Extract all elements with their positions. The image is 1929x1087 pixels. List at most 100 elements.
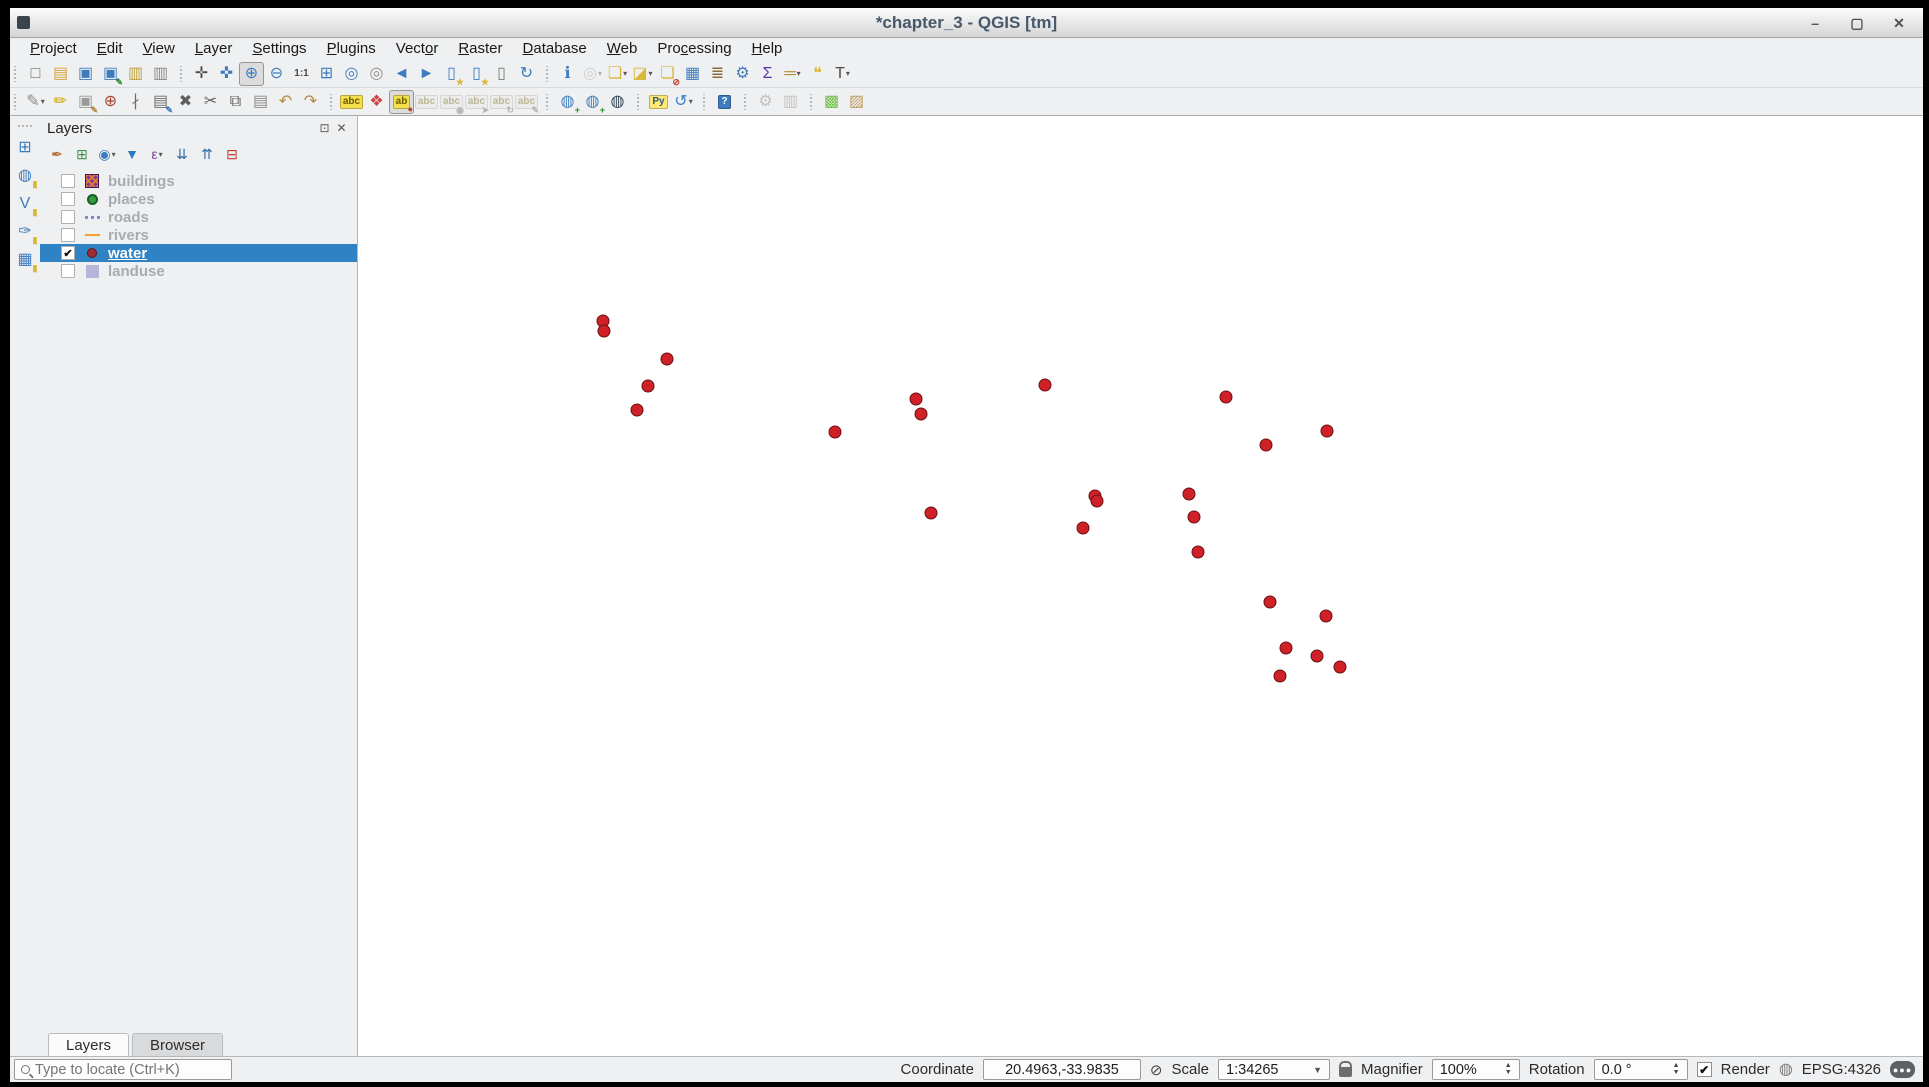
save-project-as-icon[interactable]: ▣✎ [98, 62, 123, 86]
crs-globe-icon[interactable]: ◍ [1779, 1062, 1793, 1078]
close-button[interactable]: ✕ [1891, 16, 1907, 30]
layer-row-roads[interactable]: roads [40, 208, 357, 226]
layer-row-places[interactable]: places [40, 190, 357, 208]
crs-status[interactable]: EPSG:4326 [1802, 1061, 1881, 1078]
select-by-value-icon[interactable]: ◪▾ [630, 62, 655, 86]
rotation-spinbox[interactable]: 0.0 ° ▲▼ [1594, 1059, 1688, 1080]
menu-layer[interactable]: Layer [185, 39, 243, 59]
title-bar[interactable]: *chapter_3 - QGIS [tm] –▢✕ [10, 8, 1923, 38]
toggle-editing-icon[interactable]: ✏ [48, 90, 73, 114]
locator-input[interactable] [35, 1062, 225, 1078]
layer-row-rivers[interactable]: rivers [40, 226, 357, 244]
undo-icon[interactable]: ↶ [273, 90, 298, 114]
zoom-next-icon[interactable]: ► [414, 62, 439, 86]
add-wcs-layer-icon[interactable]: ◍+ [580, 90, 605, 114]
data-source-manager-icon[interactable]: ⊞ [13, 136, 38, 160]
add-wms-layer-icon[interactable]: ◍+ [555, 90, 580, 114]
show-bookmarks-icon[interactable]: ▯★ [464, 62, 489, 86]
float-panel-icon[interactable]: ⊡ [316, 121, 333, 135]
copy-features-icon[interactable]: ⧉ [223, 90, 248, 114]
menu-vector[interactable]: Vector [386, 39, 449, 59]
spinner-arrows-icon[interactable]: ▲▼ [1505, 1063, 1512, 1077]
help-contents-icon[interactable]: ? [712, 90, 737, 114]
layer-labeling-icon[interactable]: abc [339, 90, 364, 114]
quickmap-services-icon[interactable]: ▩ [819, 90, 844, 114]
multiedit-attributes-icon[interactable]: ▤✎ [148, 90, 173, 114]
menu-web[interactable]: Web [597, 39, 648, 59]
text-annotation-icon[interactable]: T▾ [830, 62, 855, 86]
menu-edit[interactable]: Edit [87, 39, 133, 59]
menu-raster[interactable]: Raster [448, 39, 512, 59]
cut-features-icon[interactable]: ✂ [198, 90, 223, 114]
layer-checkbox[interactable] [61, 192, 75, 206]
pan-to-selection-icon[interactable]: ✜ [214, 62, 239, 86]
coordinate-input[interactable]: 20.4963,-33.9835 [983, 1059, 1141, 1080]
menu-settings[interactable]: Settings [242, 39, 316, 59]
spinner-arrows-icon[interactable]: ▲▼ [1673, 1063, 1680, 1077]
identify-features-icon[interactable]: ℹ [555, 62, 580, 86]
tab-browser[interactable]: Browser [132, 1033, 223, 1056]
bookmark-manager-icon[interactable]: ▯ [489, 62, 514, 86]
lock-scale-icon[interactable] [1339, 1067, 1352, 1077]
layer-row-landuse[interactable]: landuse [40, 262, 357, 280]
collapse-all-icon[interactable]: ⇈ [195, 143, 219, 165]
manage-map-themes-icon[interactable]: ◉▾ [95, 143, 119, 165]
processing-history-icon[interactable]: ↺▾ [671, 90, 696, 114]
pin-labels-icon[interactable]: ab● [389, 90, 414, 114]
zoom-last-icon[interactable]: ◄ [389, 62, 414, 86]
locator-box[interactable] [14, 1059, 232, 1080]
menu-plugins[interactable]: Plugins [317, 39, 386, 59]
add-group-icon[interactable]: ⊞ [70, 143, 94, 165]
deselect-all-icon[interactable]: ❏⊘ [655, 62, 680, 86]
render-checkbox[interactable]: ✔ [1697, 1062, 1712, 1077]
expand-all-icon[interactable]: ⇊ [170, 143, 194, 165]
menu-database[interactable]: Database [513, 39, 597, 59]
new-geopackage-layer-icon[interactable]: ◍▮ [13, 164, 38, 188]
layer-checkbox[interactable] [61, 228, 75, 242]
field-calculator-icon[interactable]: ≣ [705, 62, 730, 86]
measure-line-icon[interactable]: ═▾ [780, 62, 805, 86]
add-feature-icon[interactable]: ⊕ [98, 90, 123, 114]
magnifier-spinbox[interactable]: 100% ▲▼ [1432, 1059, 1520, 1080]
new-print-layout-icon[interactable]: ▥ [123, 62, 148, 86]
map-canvas[interactable] [358, 116, 1923, 1056]
filter-expression-icon[interactable]: ε▾ [145, 143, 169, 165]
minimize-button[interactable]: – [1807, 16, 1823, 30]
zoom-native-icon[interactable]: 1:1 [289, 62, 314, 86]
quickmap-edit-icon[interactable]: ▨ [844, 90, 869, 114]
layer-checkbox[interactable] [61, 174, 75, 188]
zoom-in-icon[interactable]: ⊕ [239, 62, 264, 86]
select-features-icon[interactable]: ❏▾ [605, 62, 630, 86]
layer-checkbox[interactable] [61, 210, 75, 224]
layer-row-buildings[interactable]: buildings [40, 172, 357, 190]
layer-checkbox[interactable] [61, 264, 75, 278]
filter-legend-icon[interactable]: ▼ [120, 143, 144, 165]
current-edits-icon[interactable]: ✎▾ [23, 90, 48, 114]
extents-pointer-icon[interactable]: ⊘ [1150, 1061, 1163, 1079]
zoom-to-layer-icon[interactable]: ◎ [364, 62, 389, 86]
paste-features-icon[interactable]: ▤ [248, 90, 273, 114]
new-project-icon[interactable]: □ [23, 62, 48, 86]
menu-processing[interactable]: Processing [647, 39, 741, 59]
new-scratch-layer-icon[interactable]: ▦▮ [13, 248, 38, 272]
zoom-out-icon[interactable]: ⊖ [264, 62, 289, 86]
processing-toolbox-icon[interactable]: ⚙ [730, 62, 755, 86]
pan-map-icon[interactable]: ✛ [189, 62, 214, 86]
open-project-icon[interactable]: ▤ [48, 62, 73, 86]
open-attribute-table-icon[interactable]: ▦ [680, 62, 705, 86]
maximize-button[interactable]: ▢ [1849, 16, 1865, 30]
remove-layer-icon[interactable]: ⊟ [220, 143, 244, 165]
new-spatialite-layer-icon[interactable]: ✑▮ [13, 220, 38, 244]
statistical-summary-icon[interactable]: Σ [755, 62, 780, 86]
refresh-map-icon[interactable]: ↻ [514, 62, 539, 86]
menu-view[interactable]: View [133, 39, 185, 59]
layer-diagram-icon[interactable]: ❖ [364, 90, 389, 114]
tab-layers[interactable]: Layers [48, 1033, 129, 1056]
menu-project[interactable]: Project [20, 39, 87, 59]
layer-row-water[interactable]: ✔water [40, 244, 357, 262]
redo-icon[interactable]: ↷ [298, 90, 323, 114]
menu-help[interactable]: Help [742, 39, 793, 59]
scale-combobox[interactable]: 1:34265 ▼ [1218, 1059, 1330, 1080]
show-layout-manager-icon[interactable]: ▥ [148, 62, 173, 86]
save-project-icon[interactable]: ▣ [73, 62, 98, 86]
